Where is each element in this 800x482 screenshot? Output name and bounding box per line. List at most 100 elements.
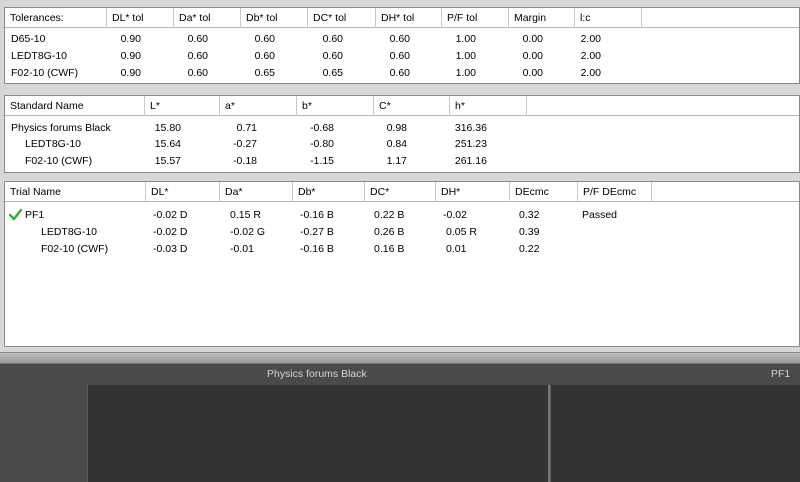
- col-header-da[interactable]: Da*: [220, 182, 293, 202]
- trial-header: Trial Name DL* Da* Db* DC* DH* DEcmc P/F…: [5, 182, 799, 202]
- db-tol-value: 0.60: [254, 50, 275, 62]
- dh-tol-value: 0.60: [389, 33, 410, 45]
- table-row[interactable]: D65-10 0.90 0.60 0.60 0.60 0.60 1.00 0.0…: [5, 31, 799, 47]
- dh-tol-value: 0.60: [389, 67, 410, 79]
- da-value: -0.02 G: [230, 226, 266, 238]
- lc-value: 2.00: [580, 33, 601, 45]
- table-row[interactable]: Physics forums Black 15.80 0.71 -0.68 0.…: [5, 120, 799, 136]
- h-value: 261.16: [454, 155, 487, 167]
- dh-value: 0.01: [446, 243, 467, 255]
- c-value: 1.17: [386, 155, 407, 167]
- margin-value: 0.00: [522, 67, 543, 79]
- illuminant-name: LEDT8G-10: [11, 50, 68, 62]
- standard-name: Physics forums Black: [11, 122, 111, 134]
- dc-tol-value: 0.60: [322, 33, 343, 45]
- col-header-db[interactable]: Db*: [293, 182, 365, 202]
- table-row[interactable]: LEDT8G-10 15.64 -0.27 -0.80 0.84 251.23: [5, 136, 799, 152]
- trial-panel: Trial Name DL* Da* Db* DC* DH* DEcmc P/F…: [4, 181, 800, 347]
- col-header-pf-decmc[interactable]: P/F DEcmc: [578, 182, 652, 202]
- col-header-standard-name[interactable]: Standard Name: [5, 96, 145, 116]
- trial-name: LEDT8G-10: [41, 226, 98, 238]
- trial-name: F02-10 (CWF): [41, 243, 109, 255]
- table-row[interactable]: F02-10 (CWF) 15.57 -0.18 -1.15 1.17 261.…: [5, 153, 799, 169]
- standard-panel: Standard Name L* a* b* C* h* Physics for…: [4, 95, 800, 173]
- dh-value: -0.02: [443, 209, 467, 221]
- col-header-margin[interactable]: Margin: [509, 8, 575, 28]
- illuminant-name: F02-10 (CWF): [11, 67, 79, 79]
- l-value: 15.80: [154, 122, 181, 134]
- table-row[interactable]: LEDT8G-10 0.90 0.60 0.60 0.60 0.60 1.00 …: [5, 48, 799, 64]
- a-value: -0.18: [233, 155, 257, 167]
- col-header-l[interactable]: L*: [145, 96, 220, 116]
- trial-preview-label: PF1: [771, 368, 791, 380]
- col-header-da-tol[interactable]: Da* tol: [174, 8, 241, 28]
- col-header-dc[interactable]: DC*: [365, 182, 436, 202]
- db-tol-value: 0.60: [254, 33, 275, 45]
- pane-splitter[interactable]: [0, 352, 800, 364]
- col-header-trial-name[interactable]: Trial Name: [5, 182, 146, 202]
- col-header-pf-tol[interactable]: P/F tol: [442, 8, 509, 28]
- dc-value: 0.26 B: [374, 226, 405, 238]
- standard-swatch: [87, 385, 548, 482]
- illuminant-name: D65-10: [11, 33, 46, 45]
- da-tol-value: 0.60: [187, 50, 208, 62]
- c-value: 0.98: [386, 122, 407, 134]
- pf-tol-value: 1.00: [455, 33, 476, 45]
- lc-value: 2.00: [580, 67, 601, 79]
- table-row[interactable]: F02-10 (CWF) 0.90 0.60 0.65 0.65 0.60 1.…: [5, 65, 799, 81]
- color-qc-window: Tolerances: DL* tol Da* tol Db* tol DC* …: [0, 0, 800, 482]
- col-header-dh-tol[interactable]: DH* tol: [376, 8, 442, 28]
- decmc-value: 0.39: [519, 226, 540, 238]
- l-value: 15.57: [154, 155, 181, 167]
- a-value: -0.27: [233, 138, 257, 150]
- b-value: -0.68: [310, 122, 334, 134]
- dl-value: -0.02 D: [153, 209, 188, 221]
- col-header-a[interactable]: a*: [220, 96, 297, 116]
- dc-value: 0.22 B: [374, 209, 405, 221]
- col-header-h[interactable]: h*: [450, 96, 527, 116]
- dc-value: 0.16 B: [374, 243, 405, 255]
- b-value: -1.15: [310, 155, 334, 167]
- col-header-b[interactable]: b*: [297, 96, 374, 116]
- col-header-lc[interactable]: l:c: [575, 8, 642, 28]
- trial-swatch: [550, 385, 800, 482]
- dc-tol-value: 0.60: [322, 50, 343, 62]
- db-value: -0.16 B: [300, 243, 334, 255]
- table-row[interactable]: LEDT8G-10 -0.02 D -0.02 G -0.27 B 0.26 B…: [5, 224, 799, 240]
- table-row[interactable]: F02-10 (CWF) -0.03 D -0.01 -0.16 B 0.16 …: [5, 241, 799, 257]
- dl-value: -0.03 D: [153, 243, 188, 255]
- dh-value: 0.05 R: [446, 226, 477, 238]
- col-header-c[interactable]: C*: [374, 96, 450, 116]
- pf-decmc-status: Passed: [582, 209, 618, 221]
- standard-name: F02-10 (CWF): [25, 155, 93, 167]
- col-header-dl[interactable]: DL*: [146, 182, 220, 202]
- a-value: 0.71: [236, 122, 257, 134]
- db-value: -0.16 B: [300, 209, 334, 221]
- margin-value: 0.00: [522, 33, 543, 45]
- dl-tol-value: 0.90: [120, 33, 141, 45]
- preview-title-strip: Physics forums Black PF1: [0, 364, 800, 385]
- margin-value: 0.00: [522, 50, 543, 62]
- da-tol-value: 0.60: [187, 33, 208, 45]
- col-header-dc-tol[interactable]: DC* tol: [308, 8, 376, 28]
- standard-name: LEDT8G-10: [25, 138, 82, 150]
- lc-value: 2.00: [580, 50, 601, 62]
- da-value: -0.01: [230, 243, 254, 255]
- col-header-dl-tol[interactable]: DL* tol: [107, 8, 174, 28]
- col-header-decmc[interactable]: DEcmc: [510, 182, 578, 202]
- col-header-dh[interactable]: DH*: [436, 182, 510, 202]
- standard-preview-label: Physics forums Black: [267, 368, 367, 380]
- decmc-value: 0.32: [519, 209, 540, 221]
- tolerances-header: Tolerances: DL* tol Da* tol Db* tol DC* …: [5, 8, 799, 28]
- col-header-db-tol[interactable]: Db* tol: [241, 8, 308, 28]
- da-tol-value: 0.60: [187, 67, 208, 79]
- tolerances-panel: Tolerances: DL* tol Da* tol Db* tol DC* …: [4, 7, 800, 84]
- db-tol-value: 0.65: [254, 67, 275, 79]
- standard-header: Standard Name L* a* b* C* h*: [5, 96, 799, 116]
- h-value: 251.23: [454, 138, 487, 150]
- h-value: 316.36: [454, 122, 487, 134]
- col-header-tolerances[interactable]: Tolerances:: [5, 8, 107, 28]
- table-row[interactable]: PF1 -0.02 D 0.15 R -0.16 B 0.22 B -0.02 …: [5, 207, 799, 223]
- dl-tol-value: 0.90: [120, 67, 141, 79]
- b-value: -0.80: [310, 138, 334, 150]
